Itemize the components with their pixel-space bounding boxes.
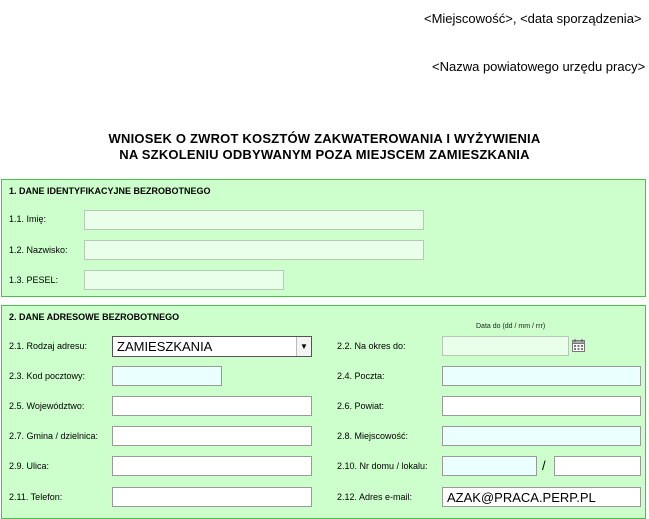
post-office-field[interactable] (442, 366, 641, 386)
street-label: 2.9. Ulica: (9, 461, 50, 471)
locality-label: 2.8. Miejscowość: (337, 431, 409, 441)
house-number-label: 2.10. Nr domu / lokalu: (337, 461, 428, 471)
form-title-line2: NA SZKOLENIU ODBYWANYM POZA MIEJSCEM ZAM… (119, 147, 530, 162)
section-address: 2. DANE ADRESOWE BEZROBOTNEGO Data do (d… (1, 305, 646, 519)
calendar-icon[interactable] (572, 339, 585, 352)
phone-field[interactable] (112, 487, 312, 507)
voivodeship-field[interactable] (112, 396, 312, 416)
phone-label: 2.11. Telefon: (9, 492, 63, 502)
last-name-label: 1.2. Nazwisko: (9, 245, 68, 255)
first-name-field[interactable] (84, 210, 424, 230)
commune-label: 2.7. Gmina / dzielnica: (9, 431, 99, 441)
voivodeship-label: 2.5. Województwo: (9, 401, 85, 411)
form-title-line1: WNIOSEK O ZWROT KOSZTÓW ZAKWATEROWANIA I… (108, 131, 541, 146)
email-label: 2.12. Adres e-mail: (337, 492, 413, 502)
number-separator: / (542, 458, 546, 473)
locality-field[interactable] (442, 426, 641, 446)
period-date-field[interactable] (442, 336, 569, 356)
address-type-label: 2.1. Rodzaj adresu: (9, 341, 88, 351)
office-name-text: <Nazwa powiatowego urzędu pracy> (432, 59, 646, 74)
period-label: 2.2. Na okres do: (337, 341, 406, 351)
last-name-field[interactable] (84, 240, 424, 260)
apartment-number-field[interactable] (554, 456, 641, 476)
section-identification: 1. DANE IDENTYFIKACYJNE BEZROBOTNEGO 1.1… (1, 179, 646, 297)
address-type-select[interactable]: ZAMIESZKANIA ▼ (112, 336, 312, 357)
pesel-label: 1.3. PESEL: (9, 275, 59, 285)
commune-field[interactable] (112, 426, 312, 446)
date-format-hint: Data do (dd / mm / rrr) (476, 323, 546, 330)
postal-code-field[interactable] (112, 366, 222, 386)
county-field[interactable] (442, 396, 641, 416)
chevron-down-icon[interactable]: ▼ (296, 337, 311, 356)
postal-code-label: 2.3. Kod pocztowy: (9, 371, 86, 381)
county-label: 2.6. Powiat: (337, 401, 385, 411)
pesel-field[interactable] (84, 270, 284, 290)
section2-title: 2. DANE ADRESOWE BEZROBOTNEGO (9, 312, 180, 322)
section1-title: 1. DANE IDENTYFIKACYJNE BEZROBOTNEGO (9, 186, 211, 196)
email-field[interactable]: AZAK@PRACA.PERP.PL (442, 487, 641, 507)
first-name-label: 1.1. Imię: (9, 214, 47, 224)
house-number-field[interactable] (442, 456, 537, 476)
street-field[interactable] (112, 456, 312, 476)
post-office-label: 2.4. Poczta: (337, 371, 385, 381)
place-date-text: <Miejscowość>, <data sporządzenia> (424, 11, 642, 26)
